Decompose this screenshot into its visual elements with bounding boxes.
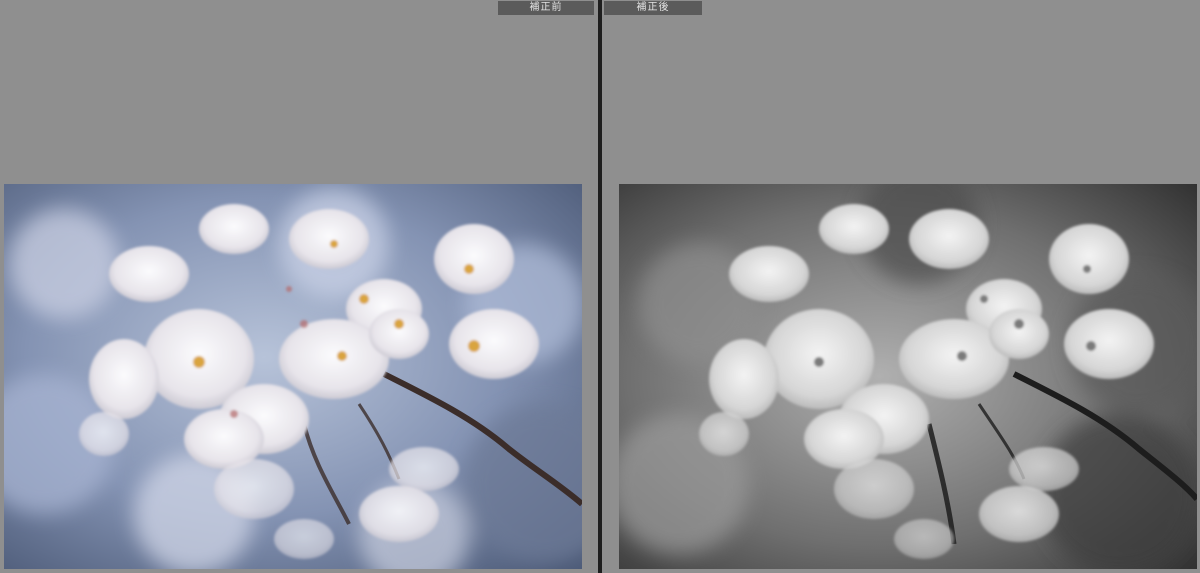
after-photo[interactable] [619,184,1197,569]
cherry-blossom-photo-color [4,184,582,569]
after-label: 補正後 [604,1,702,15]
before-photo[interactable] [4,184,582,569]
after-pane[interactable]: 補正後 [602,0,1200,573]
before-pane[interactable]: 補正前 [0,0,598,573]
cherry-blossom-photo-monochrome [619,184,1197,569]
before-label: 補正前 [498,1,594,15]
before-after-compare-view: 補正前 補正後 [0,0,1200,573]
